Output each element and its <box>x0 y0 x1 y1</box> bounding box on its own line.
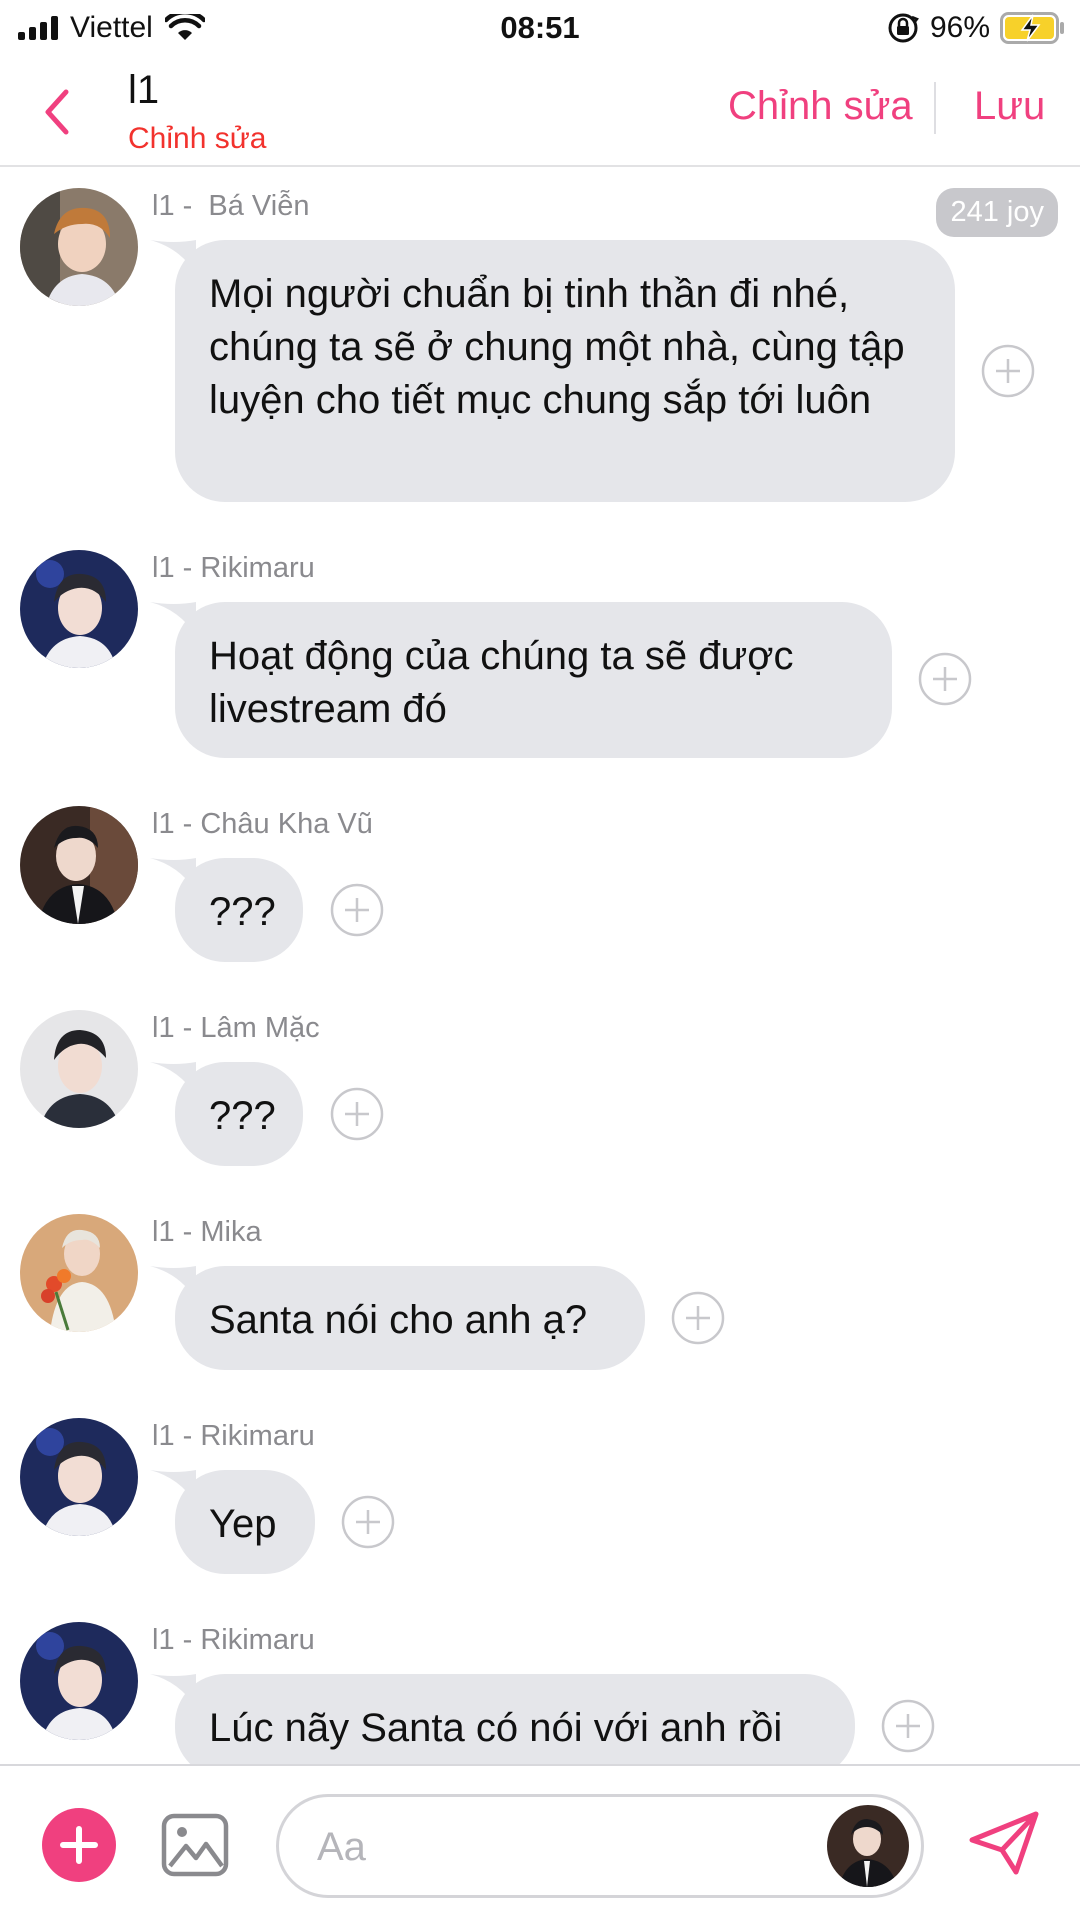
avatar[interactable] <box>20 806 138 924</box>
sender-name: l1 - Rikimaru <box>152 1420 315 1452</box>
battery-charging-icon <box>1000 12 1064 44</box>
avatar[interactable] <box>20 550 138 668</box>
message-input[interactable]: Aa <box>276 1794 924 1898</box>
header-divider <box>934 82 936 134</box>
sender-name: l1 - Lâm Mặc <box>152 1012 320 1044</box>
input-placeholder: Aa <box>317 1825 366 1869</box>
sender-name: l1 - Bá Viễn <box>152 190 310 222</box>
avatar[interactable] <box>20 1214 138 1332</box>
back-chevron-icon[interactable] <box>36 82 76 142</box>
character-avatar[interactable] <box>827 1805 909 1887</box>
message-bubble[interactable]: Mọi người chuẩn bị tinh thần đi nhé, chú… <box>175 240 955 502</box>
add-reaction-icon[interactable] <box>341 1495 395 1549</box>
sender-name: l1 - Rikimaru <box>152 552 315 584</box>
sender-name: l1 - Mika <box>152 1216 262 1248</box>
sender-name: l1 - Rikimaru <box>152 1624 315 1656</box>
avatar[interactable] <box>20 1622 138 1740</box>
chat-subtitle[interactable]: Chỉnh sửa <box>128 122 267 156</box>
message-bubble[interactable]: ??? <box>175 858 303 962</box>
save-button[interactable]: Lưu <box>974 84 1045 129</box>
add-button[interactable] <box>42 1808 116 1882</box>
message-bubble[interactable]: Yep <box>175 1470 315 1574</box>
chat-header: l1 Chỉnh sửa Chỉnh sửa Lưu <box>0 60 1080 167</box>
joy-badge: 241 joy <box>936 188 1058 237</box>
rotation-lock-icon <box>888 13 919 43</box>
avatar[interactable] <box>20 1418 138 1536</box>
add-reaction-icon[interactable] <box>671 1291 725 1345</box>
sender-name: l1 - Châu Kha Vũ <box>152 808 373 840</box>
message-composer: Aa <box>0 1764 1080 1922</box>
add-reaction-icon[interactable] <box>330 1087 384 1141</box>
add-icon <box>60 1826 98 1864</box>
status-bar: Viettel 08:51 96% <box>0 0 1080 60</box>
message-bubble[interactable]: ??? <box>175 1062 303 1166</box>
send-icon[interactable] <box>968 1810 1040 1876</box>
avatar[interactable] <box>20 188 138 306</box>
add-reaction-icon[interactable] <box>330 883 384 937</box>
chat-title: l1 <box>128 68 160 112</box>
add-reaction-icon[interactable] <box>918 652 972 706</box>
battery-percent: 96% <box>929 11 990 44</box>
edit-button[interactable]: Chỉnh sửa <box>728 84 913 129</box>
message-bubble[interactable]: Lúc nãy Santa có nói với anh rồi <box>175 1674 855 1778</box>
message-bubble[interactable]: Hoạt động của chúng ta sẽ được livestrea… <box>175 602 892 758</box>
avatar[interactable] <box>20 1010 138 1128</box>
image-icon[interactable] <box>160 1810 230 1880</box>
add-reaction-icon[interactable] <box>981 344 1035 398</box>
add-reaction-icon[interactable] <box>881 1699 935 1753</box>
message-bubble[interactable]: Santa nói cho anh ạ? <box>175 1266 645 1370</box>
